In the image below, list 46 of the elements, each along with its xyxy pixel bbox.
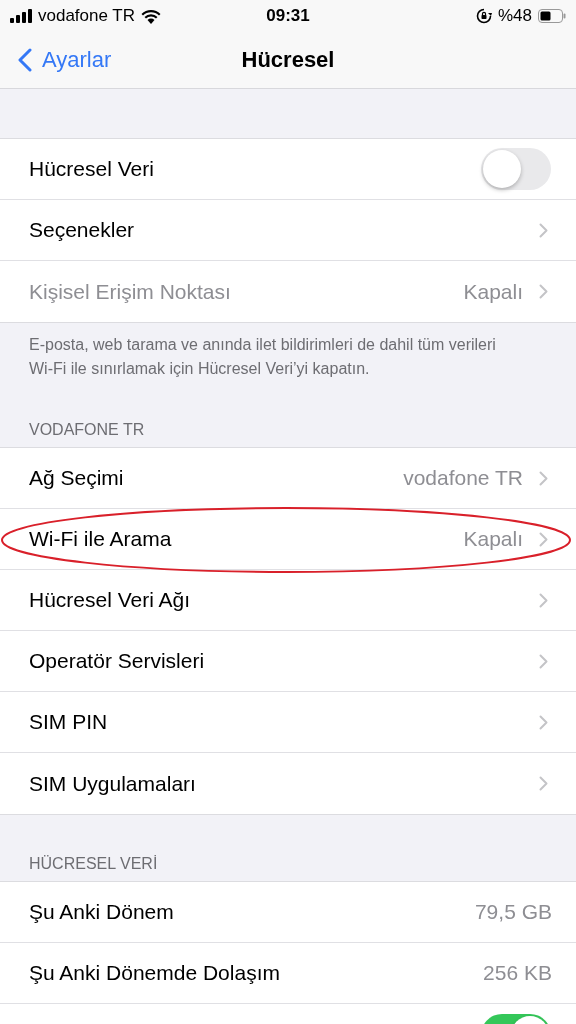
row-label: Hücresel Veri Ağı [29,588,191,612]
toggle-switch[interactable] [481,148,551,190]
chevron-icon [539,714,548,730]
row-label: Ağ Seçimi [29,466,124,490]
settings-row[interactable]: Ağ Seçimi vodafone TR [0,448,576,509]
row-value: vodafone TR [403,466,523,490]
chevron-icon [539,222,548,238]
chevron-icon [539,470,548,486]
row-value: 79,5 GB [474,900,552,924]
chevron-icon [539,653,548,669]
row-label: Hücresel Veri [29,157,154,181]
wifi-icon [141,8,162,24]
row-label: Şu Anki Dönemde Dolaşım [29,961,280,985]
section-footer: E-posta, web tarama ve anında ilet bildirimleri de dahil tüm verileri Wi-Fi ile sınırlamak için Hücresel Veri’yi kapatın. [0,323,576,383]
section-header: HÜCRESEL VERİ [28,854,159,874]
row-value: Kapalı [463,279,523,304]
chevron-icon [539,284,548,299]
row-value: 256 KB [483,961,552,985]
settings-row[interactable]: Wi-Fi ile Arama Kapalı [0,509,576,570]
chevron-icon [539,592,548,608]
row-label: Şu Anki Dönem [29,900,174,924]
settings-row[interactable]: SIM Uygulamaları [0,753,576,814]
row-label: Seçenekler [29,218,135,242]
signal-icon [10,9,32,23]
battery-percent: %48 [497,6,532,26]
settings-row[interactable]: Seçenekler [0,200,576,261]
chevron-icon [539,776,548,791]
row-label: SIM PIN [29,710,108,734]
page-title: Hücresel [241,47,335,73]
row-value: Kapalı [463,527,523,551]
settings-row[interactable]: Hücresel Veri Ağı [0,570,576,631]
back-chevron-icon [18,48,32,72]
carrier-name: vodafone TR [38,6,136,26]
clock-time: 09:31 [266,6,310,26]
settings-row[interactable]: SIM PIN [0,692,576,753]
row-label: Kişisel Erişim Noktası [29,279,231,304]
settings-row[interactable]: Hücresel Veri [0,139,576,200]
back-button[interactable]: Ayarlar [0,47,112,73]
section-header: VODAFONE TR [28,420,146,440]
settings-row[interactable]: Operatör Servisleri [0,631,576,692]
rotation-lock-icon [475,8,492,24]
row-label: SIM Uygulamaları [29,771,196,796]
row-label: Wi-Fi ile Arama [29,527,172,551]
battery-icon [538,9,566,23]
chevron-icon [539,531,548,547]
row-label: Operatör Servisleri [29,649,205,673]
